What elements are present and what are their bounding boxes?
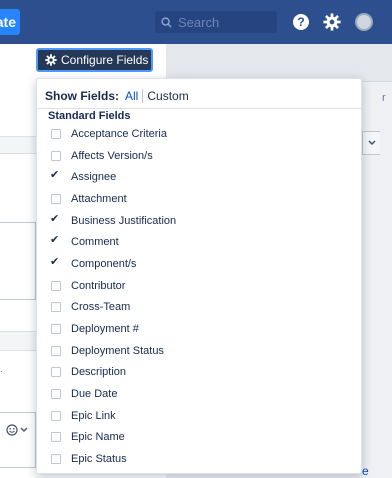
configure-fields-button[interactable]: Configure Fields (36, 48, 153, 72)
field-label: Attachment (71, 192, 127, 205)
field-option[interactable]: Epic Link (37, 405, 361, 427)
field-checkbox[interactable] (51, 302, 61, 313)
field-label: Affects Version/s (71, 149, 153, 162)
field-option[interactable]: Epic Status (37, 448, 361, 470)
field-option[interactable]: Component/s (37, 253, 361, 275)
field-label: Business Justification (71, 214, 177, 227)
field-checkbox[interactable] (51, 345, 61, 356)
editor-section-band (0, 136, 36, 154)
field-option[interactable]: Comment (37, 231, 361, 253)
field-checkbox[interactable] (51, 410, 61, 421)
field-label: Epic Link (71, 409, 116, 422)
configure-fields-popup: Show Fields: All Custom Standard Fields … (36, 78, 362, 474)
emoji-icon (6, 424, 18, 436)
field-option[interactable]: Assignee (37, 166, 361, 188)
top-navigation-bar: ate ? (0, 0, 392, 44)
svg-text:?: ? (297, 15, 304, 29)
search-box[interactable] (155, 11, 277, 33)
divider (37, 108, 361, 109)
field-checkbox[interactable] (50, 255, 61, 269)
gear-icon[interactable] (321, 11, 343, 33)
field-label: Contributor (71, 279, 126, 292)
field-checkbox[interactable] (51, 128, 61, 139)
field-option[interactable]: Deployment Status (37, 340, 361, 362)
editor-text-area[interactable] (0, 222, 36, 300)
sidebar-text-fragment: r (382, 92, 386, 104)
field-label: Acceptance Criteria (71, 127, 167, 140)
show-fields-label: Show Fields: (45, 89, 120, 103)
configure-fields-label: Configure Fields (61, 53, 149, 67)
help-icon[interactable]: ? (290, 11, 312, 33)
field-label: Cross-Team (71, 301, 131, 314)
field-checkbox[interactable] (51, 193, 61, 204)
field-checkbox[interactable] (51, 432, 61, 443)
field-label: Due Date (71, 388, 118, 401)
field-label: Description (71, 366, 127, 379)
field-checkbox[interactable] (50, 233, 61, 247)
chevron-down-icon (367, 140, 376, 146)
search-icon (161, 16, 172, 28)
avatar[interactable] (355, 13, 373, 31)
filter-custom-link[interactable]: Custom (147, 89, 188, 103)
field-option[interactable]: Cross-Team (37, 297, 361, 319)
gear-icon (45, 54, 57, 66)
field-option[interactable]: Deployment # (37, 318, 361, 340)
field-checkbox[interactable] (51, 280, 61, 291)
field-label: Epic Status (71, 453, 127, 466)
field-label: Epic Name (71, 431, 125, 444)
field-checkbox[interactable] (51, 367, 61, 378)
editor-left-area (0, 44, 36, 478)
field-label: Deployment # (71, 323, 139, 336)
field-label: Assignee (71, 171, 117, 184)
chevron-down-icon (20, 427, 28, 432)
field-label: Deployment Status (71, 344, 164, 357)
field-checkbox[interactable] (51, 150, 61, 161)
field-option[interactable]: Attachment (37, 188, 361, 210)
field-checkbox[interactable] (51, 389, 61, 400)
comment-box[interactable] (0, 412, 36, 468)
sidebar-dropdown[interactable] (362, 131, 380, 155)
field-option[interactable]: Acceptance Criteria (37, 123, 361, 145)
field-option[interactable]: Contributor (37, 275, 361, 297)
editor-text-fragment: . (0, 364, 3, 375)
field-label: Component/s (71, 257, 137, 270)
field-checkbox[interactable] (51, 454, 61, 465)
filter-all-link[interactable]: All (125, 89, 144, 103)
field-checkbox[interactable] (50, 212, 61, 226)
field-option[interactable]: Epic Name (37, 427, 361, 449)
editor-section-band (0, 331, 36, 351)
search-input[interactable] (178, 14, 268, 30)
field-option[interactable]: Due Date (37, 383, 361, 405)
create-button[interactable]: ate (0, 9, 20, 35)
field-label: Comment (71, 236, 119, 249)
sidebar-link-fragment[interactable]: e (362, 464, 369, 478)
field-list: Acceptance Criteria Affects Version/s Assi… (37, 123, 361, 470)
sidebar-header-strip (166, 44, 392, 82)
field-option[interactable]: Description (37, 362, 361, 384)
section-title: Standard Fields (48, 110, 131, 122)
field-checkbox[interactable] (51, 324, 61, 335)
show-fields-filter: Show Fields: All Custom (45, 87, 189, 105)
emoji-picker-button[interactable] (6, 424, 28, 436)
field-option[interactable]: Business Justification (37, 210, 361, 232)
field-checkbox[interactable] (50, 168, 61, 182)
field-option[interactable]: Affects Version/s (37, 145, 361, 167)
